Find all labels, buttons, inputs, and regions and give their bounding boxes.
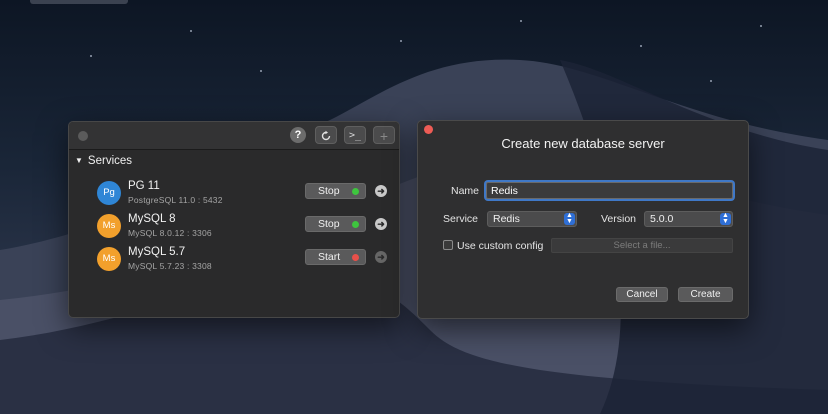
services-section-header[interactable]: ▼ Services: [75, 155, 132, 167]
service-action-label: Stop: [318, 218, 340, 230]
window-close-button[interactable]: [78, 131, 88, 141]
service-select[interactable]: Redis ▲ ▼: [487, 211, 577, 227]
version-label: Version: [601, 213, 637, 225]
service-name: MySQL 8: [128, 213, 176, 225]
open-arrow-icon[interactable]: ➜: [375, 218, 387, 230]
disclosure-triangle-icon: ▼: [75, 156, 83, 165]
service-row[interactable]: Pg PG 11 PostgreSQL 11.0 : 5432 Stop ➜: [97, 178, 392, 208]
service-name: MySQL 5.7: [128, 246, 186, 258]
select-chevron-icon: ▲ ▼: [564, 212, 575, 225]
service-action-label: Start: [318, 251, 341, 263]
version-select-value: 5.0.0: [650, 213, 674, 225]
select-chevron-icon: ▲ ▼: [720, 212, 731, 225]
refresh-icon: [321, 130, 331, 141]
panel-toolbar: ? >_ +: [69, 122, 399, 150]
add-service-button[interactable]: +: [373, 126, 395, 144]
status-running-indicator: [352, 221, 359, 228]
refresh-button[interactable]: [315, 126, 337, 144]
cancel-button[interactable]: Cancel: [616, 287, 668, 302]
status-running-indicator: [352, 188, 359, 195]
service-avatar: Pg: [97, 181, 121, 205]
service-detail: PostgreSQL 11.0 : 5432: [128, 195, 223, 205]
service-label: Service: [443, 213, 479, 225]
service-row[interactable]: Ms MySQL 8 MySQL 8.0.12 : 3306 Stop ➜: [97, 211, 392, 241]
open-arrow-icon[interactable]: ➜: [375, 185, 387, 197]
help-button[interactable]: ?: [290, 127, 306, 143]
custom-config-label: Use custom config: [457, 240, 544, 252]
service-avatar: Ms: [97, 214, 121, 238]
name-label: Name: [451, 185, 480, 197]
menu-bar-fragment: [30, 0, 128, 4]
status-stopped-indicator: [352, 254, 359, 261]
service-row[interactable]: Ms MySQL 5.7 MySQL 5.7.23 : 3308 Start ➜: [97, 244, 392, 274]
service-select-value: Redis: [493, 213, 520, 225]
service-avatar: Ms: [97, 247, 121, 271]
stop-button[interactable]: Stop: [305, 183, 366, 199]
config-file-field[interactable]: Select a file...: [551, 238, 733, 253]
services-panel: ? >_ + ▼ Services Pg PG 11 PostgreSQL 11.…: [68, 121, 400, 318]
dialog-title: Create new database server: [501, 136, 665, 151]
create-button[interactable]: Create: [678, 287, 733, 302]
create-server-dialog: Create new database server Name Service …: [417, 120, 749, 319]
service-name: PG 11: [128, 180, 160, 192]
service-detail: MySQL 5.7.23 : 3308: [128, 261, 212, 271]
services-header-label: Services: [87, 155, 133, 167]
dialog-close-button[interactable]: [424, 125, 433, 134]
service-action-label: Stop: [318, 185, 340, 197]
start-button[interactable]: Start: [305, 249, 366, 265]
terminal-button[interactable]: >_: [344, 126, 366, 144]
custom-config-checkbox[interactable]: [443, 240, 453, 250]
open-arrow-icon[interactable]: ➜: [375, 251, 387, 263]
service-detail: MySQL 8.0.12 : 3306: [128, 228, 212, 238]
name-input[interactable]: [486, 182, 733, 199]
stop-button[interactable]: Stop: [305, 216, 366, 232]
version-select[interactable]: 5.0.0 ▲ ▼: [644, 211, 733, 227]
